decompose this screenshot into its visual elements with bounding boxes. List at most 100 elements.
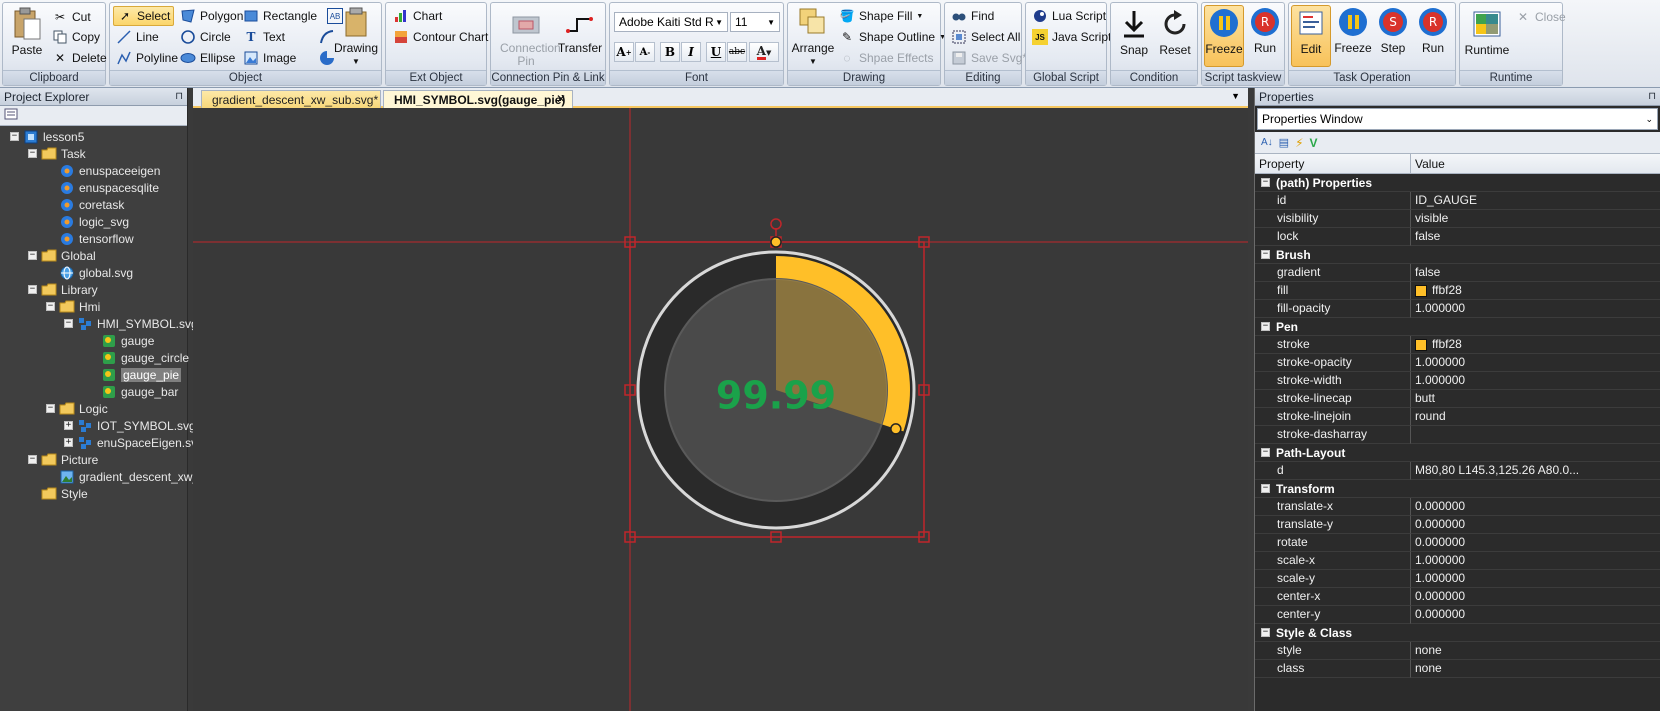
java-script-button[interactable]: JS Java Script bbox=[1029, 27, 1114, 47]
tab-gradient-descent[interactable]: gradient_descent_xw_sub.svg* bbox=[201, 90, 381, 108]
select-all-button[interactable]: Select All bbox=[948, 27, 1023, 47]
collapse-icon[interactable]: − bbox=[1261, 484, 1270, 493]
variables-icon[interactable]: V bbox=[1310, 136, 1318, 150]
font-color-button[interactable]: A ▼ bbox=[749, 42, 779, 62]
property-value[interactable]: false bbox=[1411, 264, 1660, 282]
property-row[interactable]: translate-y 0.000000 bbox=[1255, 516, 1660, 534]
find-button[interactable]: Find bbox=[948, 6, 997, 26]
property-value[interactable]: 0.000000 bbox=[1411, 498, 1660, 516]
property-category[interactable]: − (path) Properties bbox=[1255, 174, 1660, 192]
drawing-dropdown-button[interactable]: Drawing ▼ bbox=[332, 5, 380, 68]
tree-item[interactable]: − Hmi bbox=[46, 298, 100, 315]
collapse-icon[interactable]: − bbox=[46, 302, 55, 311]
task-run-button[interactable]: R Run bbox=[1413, 5, 1453, 55]
tree-item[interactable]: − Logic bbox=[46, 400, 108, 417]
property-value[interactable]: ID_GAUGE bbox=[1411, 192, 1660, 210]
tree-item[interactable]: enuspacesqlite bbox=[46, 179, 159, 196]
tree-item[interactable]: enuspaceeigen bbox=[46, 162, 160, 179]
tree-item[interactable]: gradient_descent_xw_s bbox=[46, 468, 205, 485]
property-value[interactable]: 0.000000 bbox=[1411, 534, 1660, 552]
tree-item[interactable]: − Picture bbox=[28, 451, 98, 468]
collapse-icon[interactable]: − bbox=[1261, 628, 1270, 637]
property-category[interactable]: − Transform bbox=[1255, 480, 1660, 498]
tree-item[interactable]: − HMI_SYMBOL.svg bbox=[64, 315, 198, 332]
path-start-node[interactable] bbox=[770, 236, 782, 248]
tree-item[interactable]: − lesson5 bbox=[10, 128, 84, 145]
tree-item[interactable]: global.svg bbox=[46, 264, 133, 281]
script-freeze-button[interactable]: Freeze bbox=[1204, 5, 1244, 67]
property-row[interactable]: stroke-dasharray bbox=[1255, 426, 1660, 444]
transfer-button[interactable]: Transfer bbox=[557, 11, 603, 55]
close-tab-icon[interactable]: ✕ bbox=[556, 92, 566, 106]
tree-item[interactable]: tensorflow bbox=[46, 230, 134, 247]
circle-tool-button[interactable]: Circle bbox=[177, 27, 234, 47]
property-value[interactable]: 1.000000 bbox=[1411, 552, 1660, 570]
collapse-icon[interactable]: − bbox=[46, 404, 55, 413]
connection-pin-button[interactable]: Connection Pin bbox=[495, 11, 561, 68]
properties-icon[interactable] bbox=[4, 108, 18, 123]
strikethrough-button[interactable]: abc bbox=[727, 42, 747, 62]
tree-item[interactable]: gauge_pie bbox=[88, 366, 182, 383]
tree-item[interactable]: Style bbox=[28, 485, 88, 502]
script-run-button[interactable]: R Run bbox=[1246, 5, 1284, 55]
property-row[interactable]: d M80,80 L145.3,125.26 A80.0... bbox=[1255, 462, 1660, 480]
task-freeze-button[interactable]: Freeze bbox=[1333, 5, 1373, 55]
color-swatch[interactable] bbox=[1415, 338, 1427, 351]
select-tool-button[interactable]: ➚ Select bbox=[113, 6, 175, 26]
expand-icon[interactable]: + bbox=[64, 438, 73, 447]
property-value[interactable]: 0.000000 bbox=[1411, 606, 1660, 624]
shrink-font-button[interactable]: A- bbox=[635, 42, 655, 62]
property-row[interactable]: stroke-linejoin round bbox=[1255, 408, 1660, 426]
ellipse-tool-button[interactable]: Ellipse bbox=[177, 48, 238, 68]
tree-item[interactable]: − Global bbox=[28, 247, 96, 264]
properties-object-select[interactable]: Properties Window ⌄ bbox=[1257, 108, 1658, 130]
tree-item[interactable]: gauge_circle bbox=[88, 349, 189, 366]
property-row[interactable]: fill ffbf28 bbox=[1255, 282, 1660, 300]
property-row[interactable]: stroke-opacity 1.000000 bbox=[1255, 354, 1660, 372]
tree-item[interactable]: − Library bbox=[28, 281, 98, 298]
polyline-tool-button[interactable]: Polyline bbox=[113, 48, 181, 68]
contour-chart-button[interactable]: Contour Chart bbox=[390, 27, 491, 47]
collapse-icon[interactable]: − bbox=[1261, 322, 1270, 331]
property-row[interactable]: center-y 0.000000 bbox=[1255, 606, 1660, 624]
tree-item[interactable]: gauge_bar bbox=[88, 383, 178, 400]
delete-button[interactable]: ✕ Delete bbox=[49, 48, 110, 68]
property-value[interactable]: 0.000000 bbox=[1411, 516, 1660, 534]
property-category[interactable]: − Path-Layout bbox=[1255, 444, 1660, 462]
events-icon[interactable]: ⚡ bbox=[1295, 136, 1303, 150]
image-tool-button[interactable]: Image bbox=[240, 48, 299, 68]
close-runtime-button[interactable]: ✕ Close bbox=[1512, 7, 1569, 27]
property-row[interactable]: style none bbox=[1255, 642, 1660, 660]
chart-button[interactable]: Chart bbox=[390, 6, 445, 26]
font-size-select[interactable]: 11 ▼ bbox=[730, 12, 780, 32]
property-category[interactable]: − Style & Class bbox=[1255, 624, 1660, 642]
tree-item[interactable]: gauge bbox=[88, 332, 154, 349]
property-value[interactable]: visible bbox=[1411, 210, 1660, 228]
copy-button[interactable]: Copy bbox=[49, 27, 103, 47]
property-value[interactable]: 1.000000 bbox=[1411, 372, 1660, 390]
shape-effects-button[interactable]: ◌ Shpae Effects bbox=[836, 48, 937, 68]
property-value[interactable]: round bbox=[1411, 408, 1660, 426]
property-value[interactable]: ffbf28 bbox=[1411, 336, 1660, 354]
line-tool-button[interactable]: Line bbox=[113, 27, 162, 47]
runtime-button[interactable]: Runtime bbox=[1464, 7, 1510, 57]
collapse-icon[interactable]: − bbox=[1261, 250, 1270, 259]
svg-canvas[interactable]: 99.99 bbox=[193, 108, 1248, 711]
lua-script-button[interactable]: Lua Script bbox=[1029, 6, 1109, 26]
property-row[interactable]: stroke ffbf28 bbox=[1255, 336, 1660, 354]
italic-button[interactable]: I bbox=[681, 42, 701, 62]
property-value[interactable]: 1.000000 bbox=[1411, 300, 1660, 318]
property-row[interactable]: lock false bbox=[1255, 228, 1660, 246]
expand-icon[interactable]: + bbox=[64, 421, 73, 430]
property-row[interactable]: scale-x 1.000000 bbox=[1255, 552, 1660, 570]
pin-icon[interactable]: ⊓ bbox=[175, 91, 183, 102]
font-family-select[interactable]: Adobe Kaiti Std R ▼ bbox=[614, 12, 728, 32]
color-swatch[interactable] bbox=[1415, 284, 1427, 297]
path-end-node[interactable] bbox=[890, 423, 902, 435]
property-row[interactable]: gradient false bbox=[1255, 264, 1660, 282]
property-value[interactable] bbox=[1411, 426, 1660, 444]
polygon-tool-button[interactable]: Polygon bbox=[177, 6, 246, 26]
categorized-icon[interactable]: ▤ bbox=[1279, 136, 1289, 149]
property-value[interactable]: butt bbox=[1411, 390, 1660, 408]
text-tool-button[interactable]: T Text bbox=[240, 27, 288, 47]
